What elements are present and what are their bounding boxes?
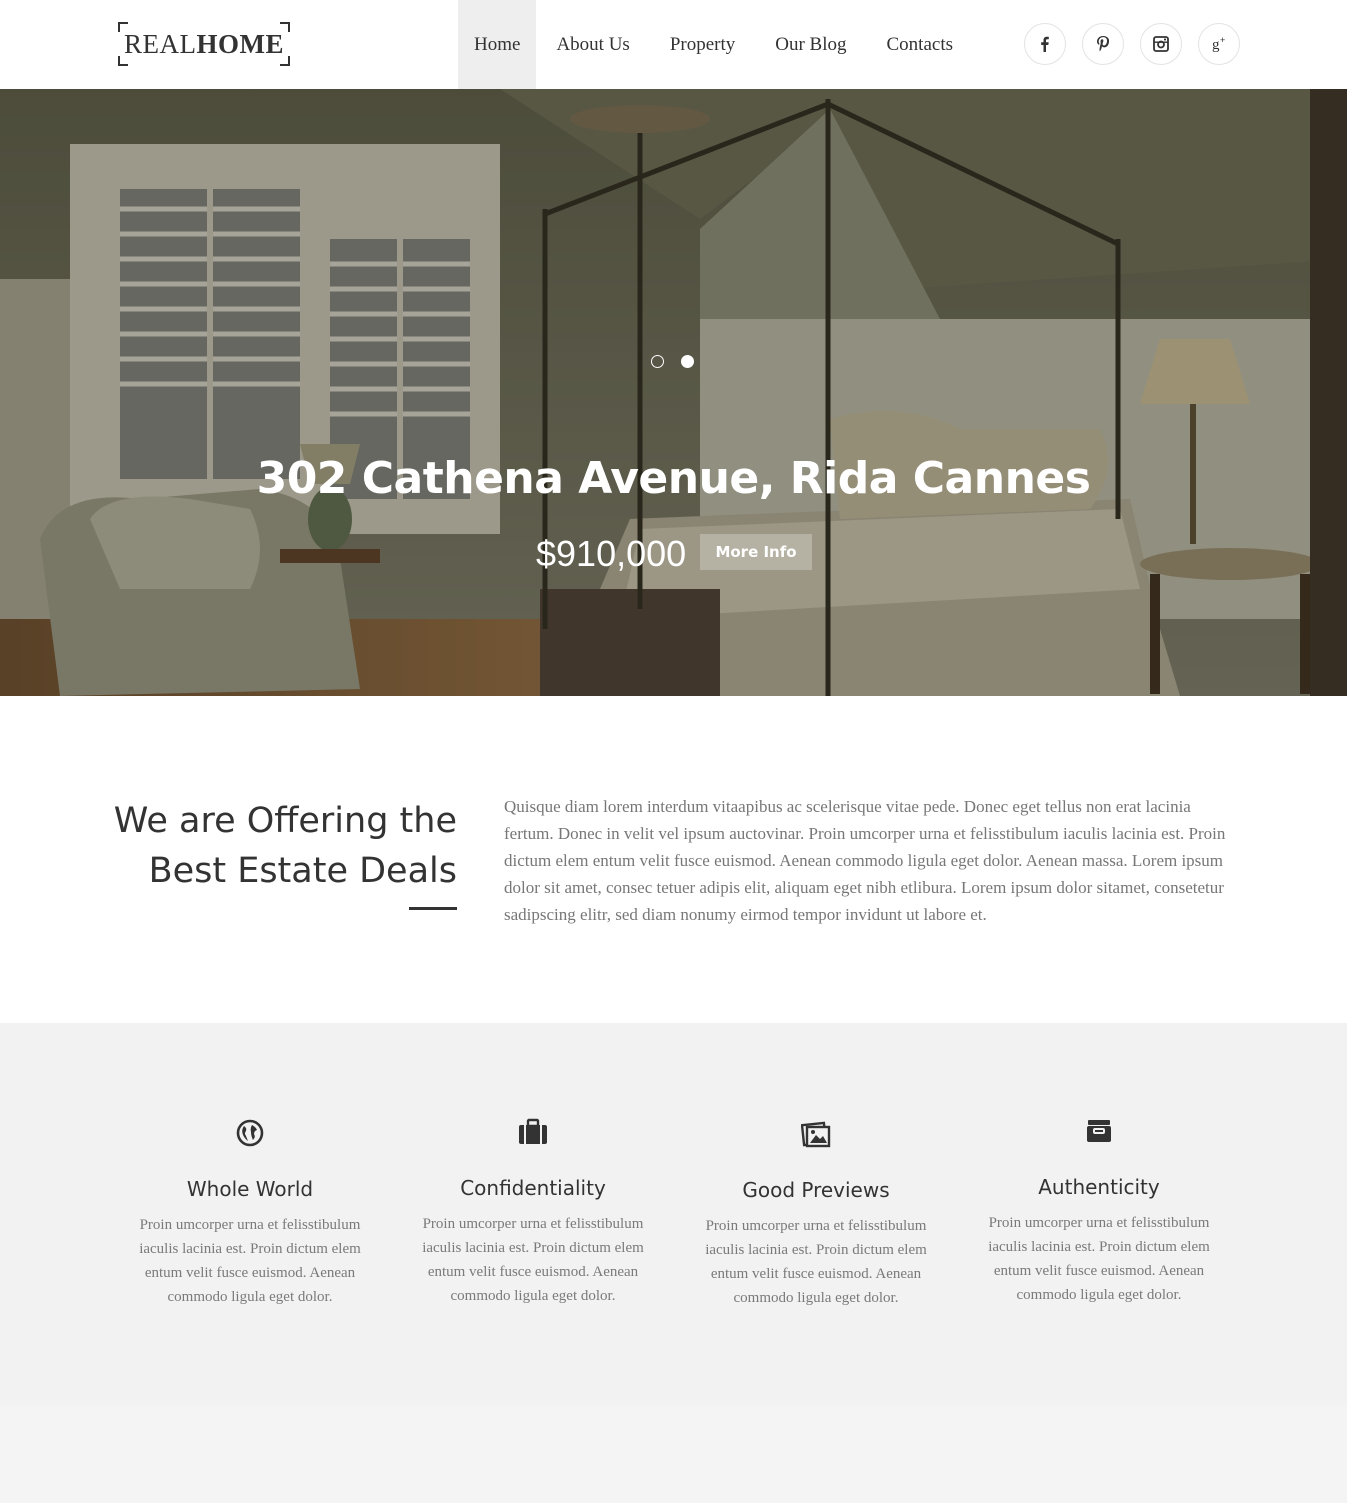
logo[interactable]: REAL HOME — [118, 22, 290, 66]
feature-confidentiality: Confidentiality Proin umcorper urna et f… — [408, 1118, 658, 1308]
more-info-button[interactable]: More Info — [700, 534, 812, 570]
slider-dots — [651, 355, 694, 368]
facebook-button[interactable] — [1024, 23, 1066, 65]
main-nav: Home About Us Property Our Blog Contacts — [458, 0, 973, 89]
instagram-button[interactable] — [1140, 23, 1182, 65]
footer-spacer — [0, 1406, 1347, 1503]
intro-section: We are Offering the Best Estate Deals Qu… — [0, 696, 1347, 1023]
nav-item-our-blog[interactable]: Our Blog — [755, 0, 866, 89]
svg-text:+: + — [1220, 35, 1225, 45]
logo-text-light: REAL — [124, 28, 197, 59]
feature-text: Proin umcorper urna et felisstibulum iac… — [988, 1215, 1210, 1303]
feature-title: Authenticity — [1038, 1175, 1160, 1199]
slider-dot-1[interactable] — [651, 355, 664, 368]
nav-item-about-us[interactable]: About Us — [536, 0, 649, 89]
briefcase-icon — [519, 1118, 547, 1144]
intro-paragraph: Quisque diam lorem interdum vitaapibus a… — [504, 797, 1226, 924]
nav-item-property[interactable]: Property — [650, 0, 755, 89]
hero-title: 302 Cathena Avenue, Rida Cannes — [256, 453, 1091, 504]
logo-text-bold: HOME — [196, 28, 284, 59]
svg-text:g: g — [1212, 37, 1220, 53]
google-plus-button[interactable]: g + — [1198, 23, 1240, 65]
facebook-icon — [1041, 36, 1049, 52]
feature-title: Good Previews — [742, 1178, 890, 1202]
feature-text: Proin umcorper urna et felisstibulum iac… — [139, 1217, 361, 1305]
instagram-icon — [1153, 36, 1169, 52]
pinterest-button[interactable] — [1082, 23, 1124, 65]
feature-title: Whole World — [186, 1177, 314, 1201]
feature-good-previews: Good Previews Proin umcorper urna et fel… — [691, 1120, 941, 1310]
feature-authenticity: Authenticity Proin umcorper urna et feli… — [974, 1117, 1224, 1307]
site-header: REAL HOME Home About Us Property Our Blog… — [0, 0, 1347, 89]
nav-item-contacts[interactable]: Contacts — [867, 0, 974, 89]
archive-icon — [1087, 1120, 1111, 1142]
social-links: g + — [1024, 23, 1240, 65]
pinterest-icon — [1097, 36, 1110, 52]
feature-whole-world: Whole World Proin umcorper urna et felis… — [125, 1119, 375, 1309]
feature-text: Proin umcorper urna et felisstibulum iac… — [422, 1216, 644, 1304]
hero-price: $910,000 — [536, 533, 687, 574]
google-plus-icon: g + — [1212, 35, 1225, 53]
features-section: Whole World Proin umcorper urna et felis… — [0, 1023, 1347, 1406]
feature-text: Proin umcorper urna et felisstibulum iac… — [705, 1218, 927, 1306]
intro-title-line-1: We are Offering the — [113, 801, 457, 841]
globe-icon — [236, 1119, 264, 1147]
nav-item-home[interactable]: Home — [458, 0, 537, 89]
intro-title-underline — [409, 907, 457, 910]
hero-overlay — [0, 89, 1347, 696]
hero-slider: 302 Cathena Avenue, Rida Cannes $910,000… — [0, 89, 1347, 696]
intro-title: We are Offering the Best Estate Deals — [60, 796, 457, 896]
intro-title-line-2: Best Estate Deals — [148, 851, 457, 891]
pictures-icon — [801, 1121, 831, 1148]
feature-title: Confidentiality — [460, 1176, 606, 1200]
slider-dot-2[interactable] — [681, 355, 694, 368]
